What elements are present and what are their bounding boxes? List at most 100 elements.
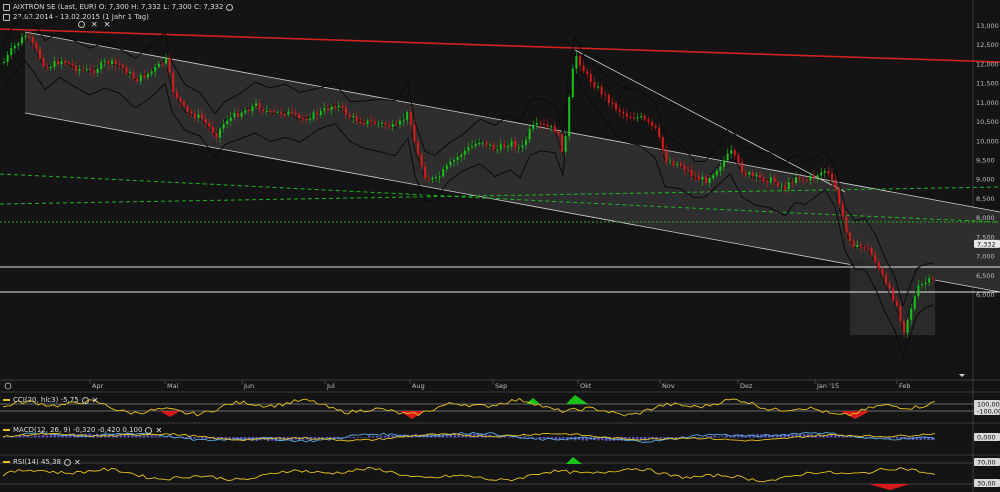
candle-body bbox=[406, 112, 409, 120]
macd-bar bbox=[717, 436, 721, 438]
macd-close-icon[interactable]: ✕ bbox=[155, 426, 162, 434]
macd-bar bbox=[806, 433, 810, 438]
candle-body bbox=[798, 177, 801, 179]
candle-body bbox=[532, 124, 535, 129]
candle-body bbox=[564, 136, 567, 152]
candle-body bbox=[204, 119, 207, 123]
candle-body bbox=[391, 124, 394, 128]
month-label: Aug bbox=[412, 382, 425, 390]
macd-bar bbox=[340, 437, 344, 438]
month-label: Mai bbox=[167, 382, 179, 390]
macd-bar bbox=[721, 436, 724, 438]
candle-body bbox=[28, 35, 31, 38]
candle-body bbox=[186, 106, 189, 112]
candle-body bbox=[136, 78, 139, 82]
candle-body bbox=[611, 103, 614, 105]
candle-body bbox=[460, 154, 463, 157]
candle-body bbox=[719, 166, 722, 171]
candle-body bbox=[661, 137, 664, 151]
candle-body bbox=[604, 94, 607, 96]
rsi-close-icon[interactable]: ✕ bbox=[74, 458, 81, 466]
candle-body bbox=[388, 125, 391, 128]
candle-body bbox=[323, 108, 326, 111]
candle-body bbox=[319, 110, 322, 115]
candle-body bbox=[132, 72, 135, 79]
candle-body bbox=[143, 74, 146, 78]
candle-body bbox=[816, 175, 819, 178]
candle-body bbox=[35, 42, 38, 49]
candle-body bbox=[643, 116, 646, 120]
macd-bar bbox=[375, 435, 379, 438]
rsi-settings-icon[interactable] bbox=[64, 458, 72, 466]
candle-body bbox=[654, 125, 657, 128]
cci-settings-icon[interactable] bbox=[81, 396, 89, 404]
candle-body bbox=[13, 45, 16, 49]
candle-body bbox=[841, 204, 844, 217]
candle-body bbox=[172, 72, 175, 92]
candle-body bbox=[867, 247, 869, 249]
candle-body bbox=[208, 122, 211, 127]
candle-body bbox=[748, 172, 751, 175]
candle-body bbox=[712, 175, 715, 179]
candle-body bbox=[10, 48, 13, 55]
candle-body bbox=[366, 120, 369, 124]
candle-body bbox=[633, 116, 635, 119]
candle-body bbox=[316, 112, 319, 115]
candle-body bbox=[265, 110, 268, 112]
candle-body bbox=[589, 74, 592, 82]
candle-body bbox=[449, 161, 452, 166]
candle-body bbox=[859, 244, 862, 247]
candle-body bbox=[607, 94, 610, 104]
candle-body bbox=[492, 144, 495, 150]
cci-label: CCI(20, hlc3) -5,75 bbox=[13, 396, 79, 404]
candle-body bbox=[139, 74, 142, 82]
candle-body bbox=[60, 60, 63, 64]
candle-body bbox=[697, 176, 700, 180]
candle-body bbox=[784, 185, 787, 190]
candle-body bbox=[838, 188, 841, 205]
candle-body bbox=[615, 103, 617, 110]
price-chart[interactable]: 13,000 12,500 12,000 11,500 11,000 10,500 10,0… bbox=[0, 0, 1000, 492]
candle-body bbox=[17, 43, 20, 46]
candle-body bbox=[597, 86, 599, 88]
candle-body bbox=[910, 308, 913, 320]
rsi-color-swatch bbox=[3, 461, 10, 463]
cci-overbought-fill-2 bbox=[526, 398, 540, 404]
candle-body bbox=[154, 67, 157, 72]
candle-body bbox=[298, 114, 301, 119]
candle-body bbox=[474, 143, 477, 146]
candle-body bbox=[629, 116, 632, 118]
candle-body bbox=[3, 61, 5, 63]
macd-bar bbox=[698, 437, 701, 439]
candle-body bbox=[413, 124, 416, 142]
candle-body bbox=[809, 175, 812, 181]
candle-body bbox=[769, 177, 772, 183]
candle-body bbox=[49, 67, 52, 69]
cci-close-icon[interactable]: ✕ bbox=[92, 396, 99, 404]
candle-body bbox=[687, 169, 689, 171]
candle-body bbox=[64, 60, 67, 64]
candle-body bbox=[71, 63, 74, 66]
candle-body bbox=[553, 126, 556, 132]
macd-settings-icon[interactable] bbox=[145, 426, 153, 434]
candle-body bbox=[575, 56, 578, 69]
candle-body bbox=[528, 128, 531, 140]
candle-body bbox=[802, 178, 805, 180]
price-axis-label: 11,500 bbox=[976, 80, 999, 88]
macd-bar bbox=[193, 437, 196, 439]
indicator-level-label: 30,00 bbox=[977, 480, 996, 488]
candle-body bbox=[269, 110, 272, 112]
candle-body bbox=[294, 112, 297, 115]
candle-body bbox=[669, 161, 671, 163]
price-axis-label: 13,000 bbox=[976, 22, 999, 30]
month-label: Apr bbox=[92, 382, 104, 390]
candle-body bbox=[291, 111, 293, 113]
candle-body bbox=[762, 177, 765, 182]
candle-body bbox=[46, 66, 49, 68]
candle-body bbox=[161, 63, 164, 65]
candle-body bbox=[467, 146, 470, 151]
candle-body bbox=[395, 124, 398, 126]
candle-body bbox=[582, 65, 585, 72]
macd-bar bbox=[201, 437, 204, 439]
candle-body bbox=[381, 123, 383, 125]
